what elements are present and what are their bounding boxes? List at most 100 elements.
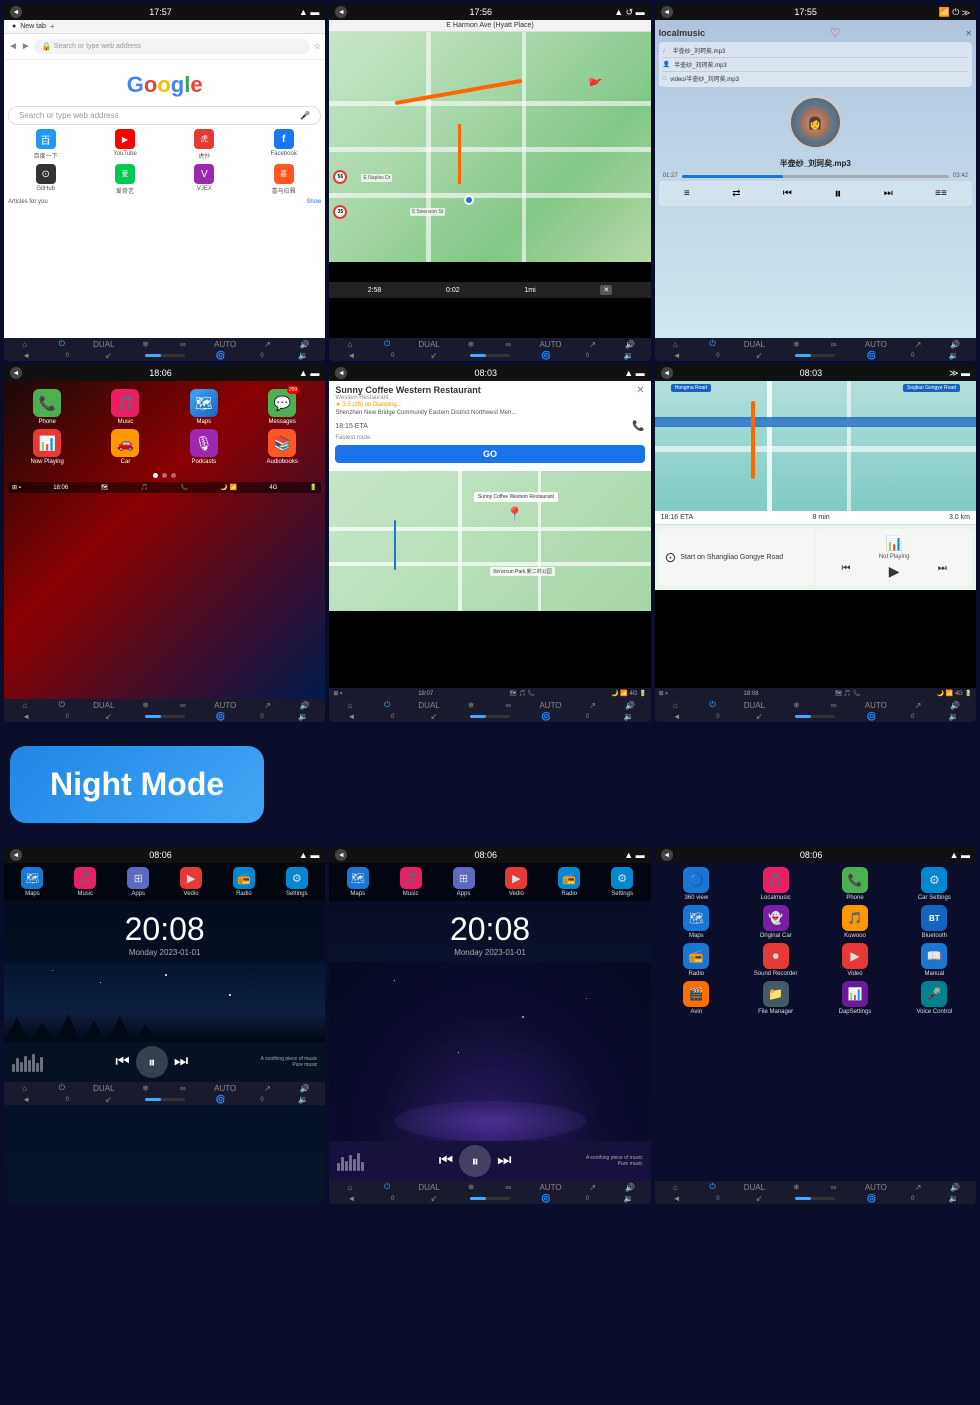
- cp-music-icon[interactable]: 🎵: [141, 484, 148, 491]
- ac-icon-2[interactable]: ❄: [465, 340, 477, 349]
- home-icon-6[interactable]: ⌂: [669, 701, 681, 710]
- home-icon-2[interactable]: ⌂: [344, 340, 356, 349]
- loop-icon-n1[interactable]: ∞: [177, 1084, 189, 1093]
- vol-icon-2[interactable]: 🔊: [624, 340, 636, 349]
- loop-icon-4[interactable]: ∞: [177, 701, 189, 710]
- fan-icon-n1[interactable]: 🌀: [215, 1095, 227, 1104]
- bookmark-icon[interactable]: ☆: [313, 41, 321, 52]
- vol-down-4[interactable]: 🔉: [297, 712, 309, 721]
- fan-icon-n3[interactable]: 🌀: [866, 1194, 878, 1203]
- start-btn[interactable]: ⊙ Start on Shangliao Gongye Road: [659, 529, 815, 586]
- carplay-podcasts[interactable]: 🎙 Podcasts: [167, 429, 241, 465]
- pause-icon[interactable]: ⏸: [834, 185, 841, 202]
- nav-forward[interactable]: ►: [21, 41, 31, 52]
- back-ctrl-4[interactable]: ◄: [20, 712, 32, 721]
- home-icon-4[interactable]: ⌂: [19, 701, 31, 710]
- app-voicecontrol[interactable]: 🎤 Voice Control: [897, 981, 972, 1015]
- loop-icon-n2[interactable]: ∞: [502, 1183, 514, 1192]
- carplay-maps[interactable]: 🗺 Maps: [167, 389, 241, 425]
- n1-next[interactable]: ⏭: [174, 1053, 188, 1071]
- vol-down-n3[interactable]: 🔉: [948, 1194, 960, 1203]
- night-apps-icon-2[interactable]: ⊞ Apps: [453, 867, 475, 897]
- prev-icon[interactable]: ⏮: [783, 188, 792, 199]
- nav-icon-5[interactable]: ↗: [587, 701, 599, 710]
- power-icon-3[interactable]: ⏻: [707, 339, 719, 349]
- power-icon-5[interactable]: ⏻: [381, 700, 393, 710]
- vol-down-5[interactable]: 🔉: [623, 712, 635, 721]
- n2-next[interactable]: ⏭: [497, 1152, 511, 1170]
- shortcut-hupao[interactable]: 虎 虎扑: [167, 129, 242, 160]
- nav-icon-n3[interactable]: ↗: [912, 1183, 924, 1192]
- ac-icon-3[interactable]: ❄: [790, 340, 802, 349]
- nav-icon-n1[interactable]: ↗: [261, 1084, 273, 1093]
- carplay-nowplaying[interactable]: 📊 Now Playing: [10, 429, 84, 465]
- back-ctrl[interactable]: ◄: [20, 351, 32, 360]
- heart-icon[interactable]: ♡: [830, 26, 841, 40]
- show-label[interactable]: Show: [306, 199, 321, 205]
- nav-next[interactable]: ⏭: [938, 563, 947, 580]
- night-settings-icon[interactable]: ⚙ Settings: [286, 867, 308, 897]
- shortcut-baidu[interactable]: 百 百度一下: [8, 129, 83, 160]
- nav-icon-2[interactable]: ↗: [587, 340, 599, 349]
- vol-down-6[interactable]: 🔉: [948, 712, 960, 721]
- temp-down-6[interactable]: ↙: [753, 712, 765, 721]
- back-ctrl-6[interactable]: ◄: [671, 712, 683, 721]
- ac-icon-n3[interactable]: ❄: [790, 1183, 802, 1192]
- power-icon-n3[interactable]: ⏻: [707, 1182, 719, 1192]
- power-icon[interactable]: ⏻: [56, 339, 68, 349]
- shortcut-iqiyi[interactable]: 爱 爱奇艺: [87, 164, 162, 195]
- temp-down-4[interactable]: ↙: [102, 712, 114, 721]
- loop-icon-n3[interactable]: ∞: [828, 1183, 840, 1192]
- vol-icon-n1[interactable]: 🔊: [299, 1084, 311, 1093]
- power-icon-n2[interactable]: ⏻: [381, 1182, 393, 1192]
- go-button[interactable]: GO: [335, 445, 644, 463]
- fan-icon-n2[interactable]: 🌀: [540, 1194, 552, 1203]
- ac-icon-n2[interactable]: ❄: [465, 1183, 477, 1192]
- power-icon-2[interactable]: ⏻: [381, 339, 393, 349]
- power-icon-6[interactable]: ⏻: [707, 700, 719, 710]
- back-button-4[interactable]: ◄: [10, 367, 22, 379]
- vol-down-2[interactable]: 🔉: [623, 351, 635, 360]
- carplay-car[interactable]: 🚗 Car: [88, 429, 162, 465]
- home-icon-3[interactable]: ⌂: [669, 340, 681, 349]
- back-button-2[interactable]: ◄: [335, 6, 347, 18]
- new-tab-btn[interactable]: +: [50, 22, 55, 31]
- nav-icon-6[interactable]: ↗: [912, 701, 924, 710]
- back-button-1[interactable]: ◄: [10, 6, 22, 18]
- shortcut-vjex[interactable]: V VJEX: [167, 164, 242, 195]
- temp-down-5[interactable]: ↙: [428, 712, 440, 721]
- temp-down-3[interactable]: ↙: [753, 351, 765, 360]
- app-manual[interactable]: 📖 Manual: [897, 943, 972, 977]
- app-video[interactable]: ▶ Video: [817, 943, 892, 977]
- google-search-bar[interactable]: Search or type web address 🎤: [8, 106, 321, 125]
- cp-map-icon[interactable]: 🗺: [101, 484, 109, 491]
- home-icon[interactable]: ⌂: [19, 340, 31, 349]
- n1-prev[interactable]: ⏮: [115, 1053, 129, 1071]
- vol-icon-4[interactable]: 🔊: [299, 701, 311, 710]
- ac-icon-5[interactable]: ❄: [465, 701, 477, 710]
- home-icon-n2[interactable]: ⌂: [344, 1183, 356, 1192]
- fan-icon-3[interactable]: 🌀: [866, 351, 878, 360]
- vol-down-3[interactable]: 🔉: [948, 351, 960, 360]
- temp-down-2[interactable]: ↙: [428, 351, 440, 360]
- eq-icon[interactable]: ≡≡: [935, 188, 947, 199]
- nav-icon-n2[interactable]: ↗: [587, 1183, 599, 1192]
- back-ctrl-n1[interactable]: ◄: [20, 1095, 32, 1104]
- night-radio-icon[interactable]: 📻 Radio: [233, 867, 255, 897]
- nav-icon[interactable]: ↗: [261, 340, 273, 349]
- n2-pause[interactable]: ⏸: [459, 1145, 491, 1177]
- loop-icon-5[interactable]: ∞: [502, 701, 514, 710]
- map-close[interactable]: ✕: [600, 285, 612, 295]
- vol-icon-n3[interactable]: 🔊: [949, 1183, 961, 1192]
- night-maps-icon[interactable]: 🗺 Maps: [21, 867, 43, 897]
- night-music-icon[interactable]: 🎵 Music: [74, 867, 96, 897]
- app-avin[interactable]: 🎬 Avin: [659, 981, 734, 1015]
- app-carsettings[interactable]: ⚙ Car Settings: [897, 867, 972, 901]
- loop-icon-6[interactable]: ∞: [828, 701, 840, 710]
- vol-down-n2[interactable]: 🔉: [623, 1194, 635, 1203]
- app-bluetooth[interactable]: BT Bluetooth: [897, 905, 972, 939]
- loop-icon[interactable]: ∞: [177, 340, 189, 349]
- back-button-6[interactable]: ◄: [661, 367, 673, 379]
- ac-icon-n1[interactable]: ❄: [140, 1084, 152, 1093]
- back-button-3[interactable]: ◄: [661, 6, 673, 18]
